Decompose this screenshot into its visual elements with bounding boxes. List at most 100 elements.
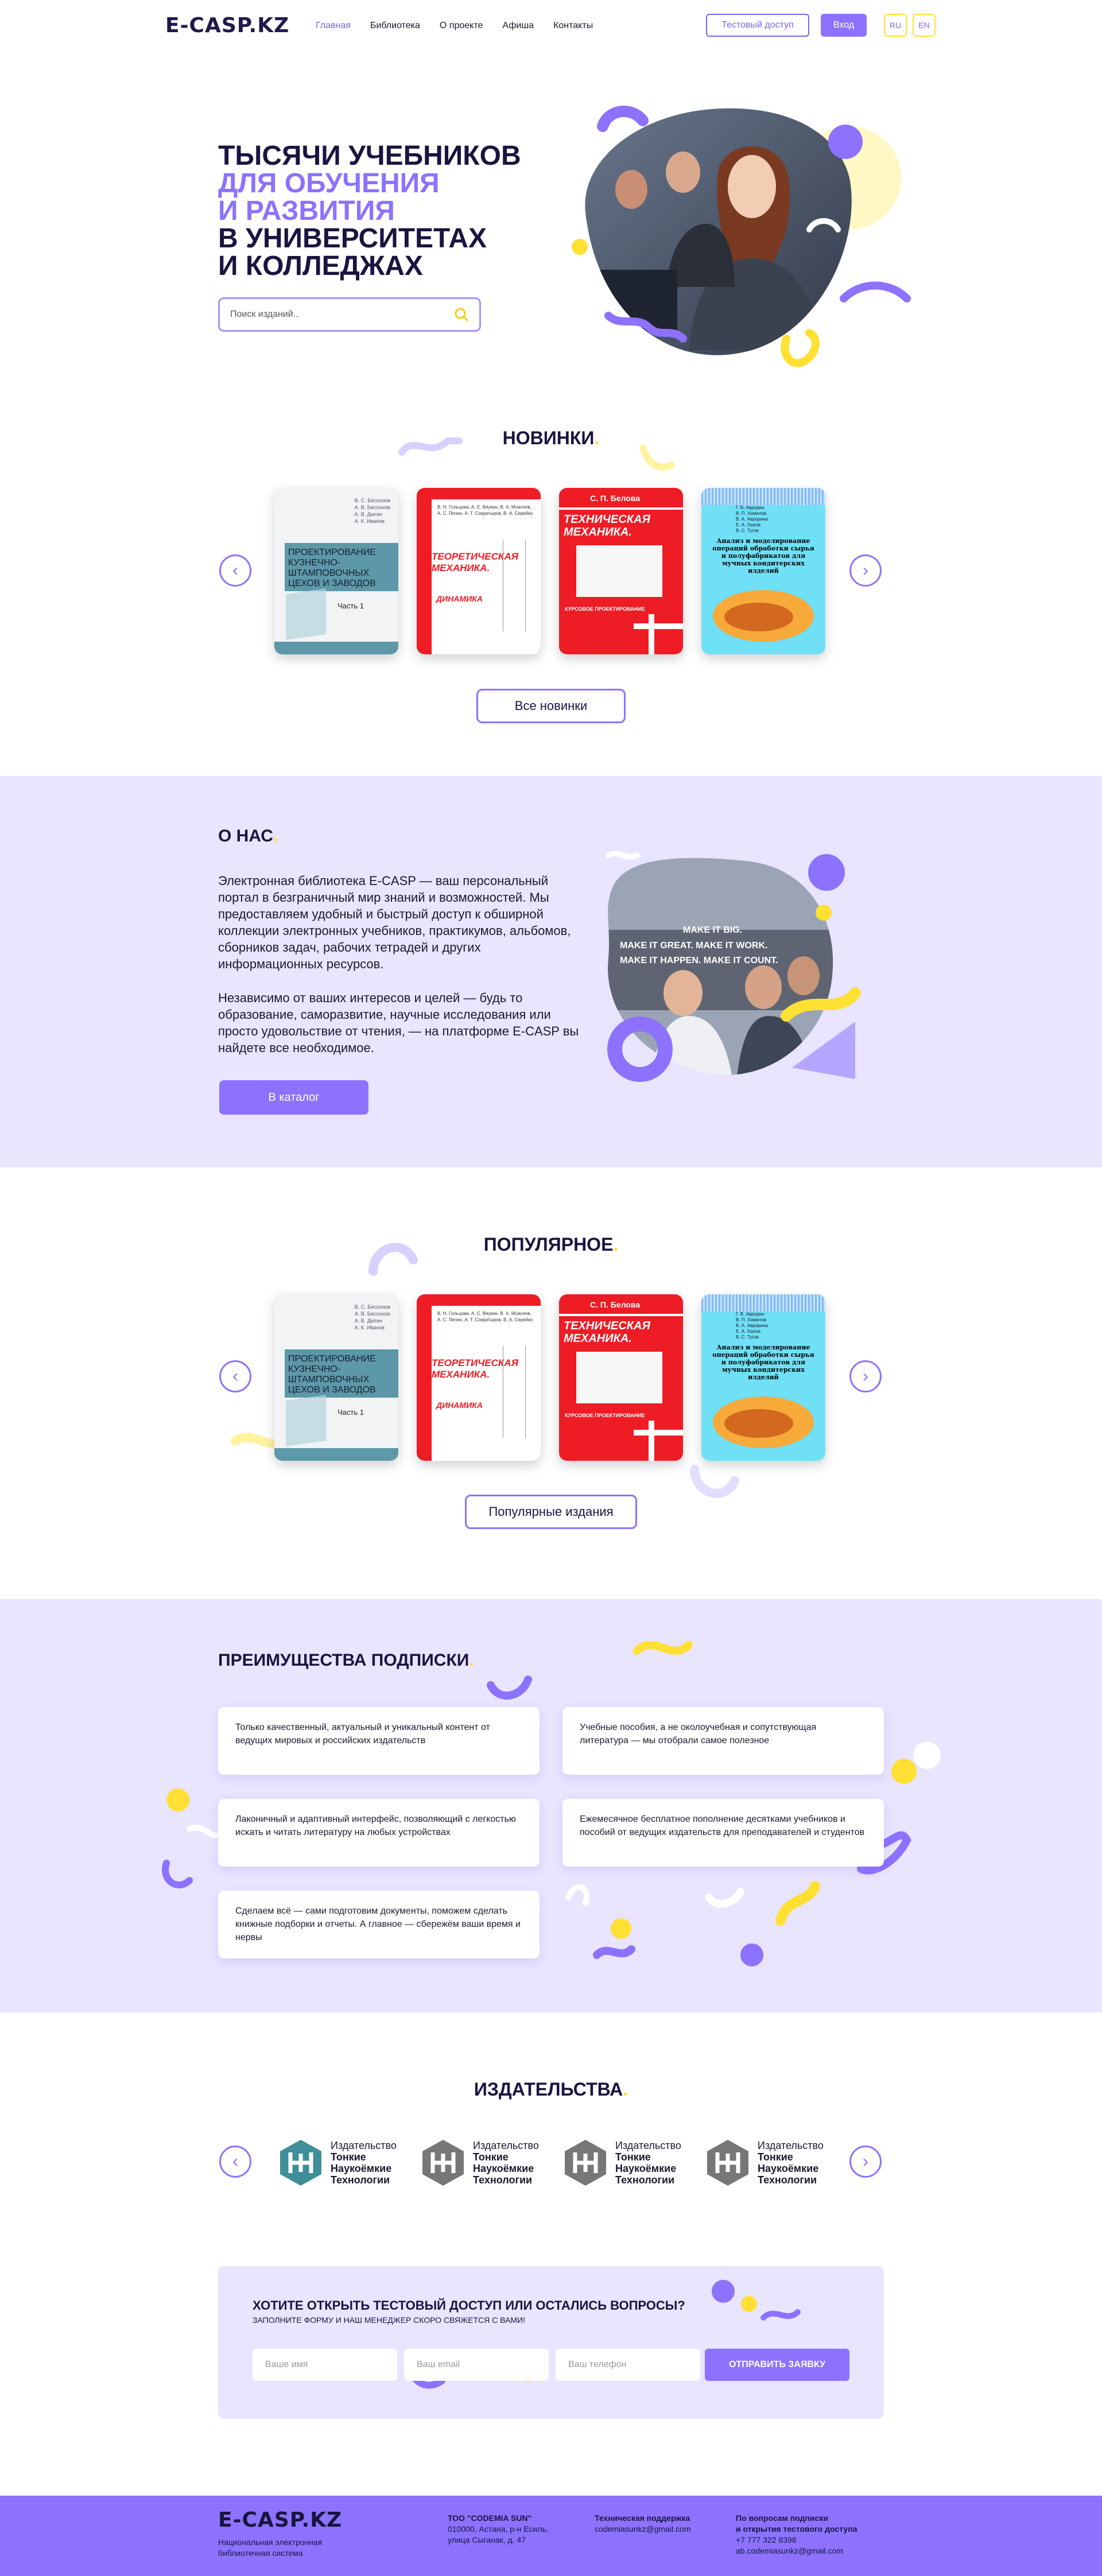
popular-next-arrow[interactable]: › [849, 1360, 882, 1392]
poster-text: MAKE IT BIG. [683, 925, 742, 935]
publisher-line: Тонкие [615, 2151, 651, 2163]
benefit-card: Лаконичный и адаптивный интерфейс, позво… [218, 1799, 540, 1867]
publishers-title-text: ИЗДАТЕЛЬСТВА [474, 2079, 623, 2100]
benefit-card: Сделаем всё — сами подготовим документы,… [218, 1891, 540, 1958]
benefit-text: Лаконичный и адаптивный интерфейс, позво… [235, 1814, 516, 1837]
subscription-title: По вопросам подписки [736, 2513, 829, 2523]
book-title: ТЕХНИЧЕСКАЯ МЕХАНИКА. [564, 1320, 650, 1345]
publishers-carousel: Издательство Тонкие Наукоёмкие Технологии Из… [274, 2136, 844, 2189]
benefits-title-text: ПРЕИМУЩЕСТВА ПОДПИСКИ [218, 1651, 469, 1670]
login-button[interactable]: Вход [821, 14, 867, 37]
about-paragraph: Независимо от ваших интересов и целей — … [218, 991, 579, 1055]
email-field[interactable]: Ваш email [404, 2349, 549, 2381]
publisher-item[interactable]: Издательство Тонкие Наукоёмкие Технологии [417, 2136, 559, 2189]
catalog-button[interactable]: В каталог [219, 1080, 368, 1115]
email-placeholder: Ваш email [417, 2360, 460, 2369]
book-cover[interactable]: В. С. Бессонов А. В. Бессонов А. В. Дюги… [274, 488, 398, 654]
benefit-card: Только качественный, актуальный и уникал… [218, 1707, 540, 1775]
footer-logo-text: E-CASP.KZ [218, 2508, 343, 2532]
search-input[interactable]: Поиск изданий.. [218, 297, 481, 332]
nav-about[interactable]: О проекте [440, 21, 483, 30]
site-logo[interactable]: E-CASP.KZ [165, 14, 289, 37]
book-subtitle: ДИНАМИКА [436, 594, 483, 603]
book-subtitle: КУРСОВОЕ ПРОЕКТИРОВАНИЕ [565, 1413, 645, 1418]
book-title: ПРОЕКТИРОВАНИЕ КУЗНЕЧНО-ШТАМПОВОЧНЫХ ЦЕХ… [288, 548, 376, 588]
publishers-next-arrow[interactable]: › [849, 2146, 882, 2178]
phone-field[interactable]: Ваш телефон [556, 2349, 700, 2381]
popular-button[interactable]: Популярные издания [465, 1495, 637, 1529]
publisher-logo-icon [565, 2140, 606, 2186]
publisher-line: Наукоёмкие [473, 2163, 534, 2174]
book-cover[interactable]: В. Н. Гольцова, А. С. Вяукин, В. А. Моис… [417, 488, 541, 654]
book-authors: В. С. Бессонов А. В. Бессонов А. В. Дюги… [354, 498, 390, 524]
hero-line: В УНИВЕРСИТЕТАХ [218, 223, 487, 254]
book-authors: Г. В. Аврорин В. П. Хомилов В. А. Аврори… [736, 1312, 768, 1340]
book-authors: В. Н. Гольцова, А. С. Вяукин, В. А. Моис… [437, 1311, 533, 1322]
company-name: ТОО "CODEMIA SUN" [448, 2513, 532, 2523]
publisher-logo-icon [707, 2140, 748, 2186]
popular-prev-arrow[interactable]: ‹ [219, 1360, 251, 1392]
search-icon[interactable] [454, 307, 469, 322]
book-cover[interactable]: С. П. Белова ТЕХНИЧЕСКАЯ МЕХАНИКА. КУРСОВО… [559, 488, 683, 654]
subscription-title: и открытия тестового доступа [736, 2524, 857, 2534]
publisher-logo-icon [422, 2140, 464, 2186]
footer-tagline: Национальная электронная библиотечная сис… [218, 2537, 322, 2559]
lang-ru-button[interactable]: RU [884, 14, 907, 37]
book-authors: Г. В. Аврорин В. П. Хомилов В. А. Аврори… [736, 505, 768, 533]
publisher-line: Наукоёмкие [758, 2163, 819, 2174]
book-cover[interactable]: В. С. Бессонов А. В. Бессонов А. В. Дюги… [274, 1294, 398, 1461]
footer-subscription: По вопросам подписки и открытия тестового… [736, 2513, 857, 2556]
new-section-title: НОВИНКИ. [502, 428, 600, 448]
publisher-name: Издательство Тонкие Наукоёмкие Технологии [615, 2140, 681, 2186]
publisher-logo-icon [280, 2140, 321, 2186]
publisher-name: Издательство Тонкие Наукоёмкие Технологии [473, 2140, 539, 2186]
benefits-title: ПРЕИМУЩЕСТВА ПОДПИСКИ. [218, 1651, 474, 1670]
nav-home[interactable]: Главная [316, 21, 351, 30]
publishers-prev-arrow[interactable]: ‹ [219, 2146, 251, 2178]
new-prev-arrow[interactable]: ‹ [219, 554, 251, 587]
book-cover[interactable]: Г. В. Аврорин В. П. Хомилов В. А. Аврори… [701, 488, 825, 654]
book-subtitle: ДИНАМИКА [436, 1400, 483, 1410]
publisher-line: Технологии [331, 2174, 390, 2186]
publisher-line: Тонкие [758, 2151, 793, 2163]
search-placeholder: Поиск изданий.. [230, 309, 298, 319]
new-next-arrow[interactable]: › [849, 554, 882, 587]
nav-library[interactable]: Библиотека [370, 21, 420, 30]
publisher-line: Издательство [615, 2140, 681, 2151]
lang-en-button[interactable]: EN [913, 14, 936, 37]
benefit-text: Учебные пособия, а не околоучебная и соп… [580, 1722, 817, 1745]
benefit-text: Только качественный, актуальный и уникал… [235, 1722, 490, 1745]
publisher-item[interactable]: Издательство Тонкие Наукоёмкие Технологии [701, 2136, 844, 2189]
main-nav: Главная Библиотека О проекте Афиша Контакты [316, 21, 612, 31]
book-cover[interactable]: Г. В. Аврорин В. П. Хомилов В. А. Аврори… [701, 1294, 825, 1461]
book-cover[interactable]: В. Н. Гольцова, А. С. Вяукин, В. А. Моис… [417, 1294, 541, 1461]
name-field[interactable]: Ваше имя [253, 2349, 397, 2381]
hero-line: И КОЛЛЕДЖАХ [218, 251, 423, 281]
tagline-line: библиотечная система [218, 2548, 303, 2558]
about-title: О НАС. [218, 827, 278, 845]
book-title: Анализ и моделирование операций обработк… [712, 537, 814, 575]
nav-contacts[interactable]: Контакты [553, 21, 593, 30]
name-placeholder: Ваше имя [265, 2360, 308, 2369]
footer-support: Техническая поддержка codemiasunkz@gmail.… [595, 2513, 691, 2535]
about-title-text: О НАС [218, 827, 273, 845]
support-email[interactable]: codemiasunkz@gmail.com [595, 2524, 691, 2535]
footer-email[interactable]: ab.codemiasunkz@gmail.com [736, 2546, 857, 2556]
book-cover[interactable]: С. П. Белова ТЕХНИЧЕСКАЯ МЕХАНИКА. КУРСОВО… [559, 1294, 683, 1461]
test-access-button[interactable]: Тестовый доступ [706, 14, 809, 37]
benefit-text: Ежемесячное бесплатное пополнение десятк… [580, 1814, 865, 1837]
book-part: Часть 1 [337, 602, 364, 610]
publisher-line: Наукоёмкие [331, 2163, 392, 2174]
footer-phone[interactable]: +7 777 322 8398 [736, 2535, 857, 2546]
tagline-line: Национальная электронная [218, 2538, 323, 2547]
publisher-item[interactable]: Издательство Тонкие Наукоёмкие Технологии [559, 2136, 701, 2189]
contact-decor [404, 2280, 801, 2389]
popular-section-title: ПОПУЛЯРНОЕ. [483, 1234, 619, 1255]
book-title: ПРОЕКТИРОВАНИЕ КУЗНЕЧНО-ШТАМПОВОЧНЫХ ЦЕХ… [288, 1354, 376, 1395]
nav-events[interactable]: Афиша [502, 21, 534, 30]
publisher-item[interactable]: Издательство Тонкие Наукоёмкие Технологии [274, 2136, 417, 2189]
all-new-button[interactable]: Все новинки [476, 689, 626, 723]
footer-logo[interactable]: E-CASP.KZ [218, 2508, 342, 2532]
benefit-card: Ежемесячное бесплатное пополнение десятк… [562, 1799, 884, 1867]
submit-button[interactable]: ОТПРАВИТЬ ЗАЯВКУ [705, 2349, 849, 2381]
